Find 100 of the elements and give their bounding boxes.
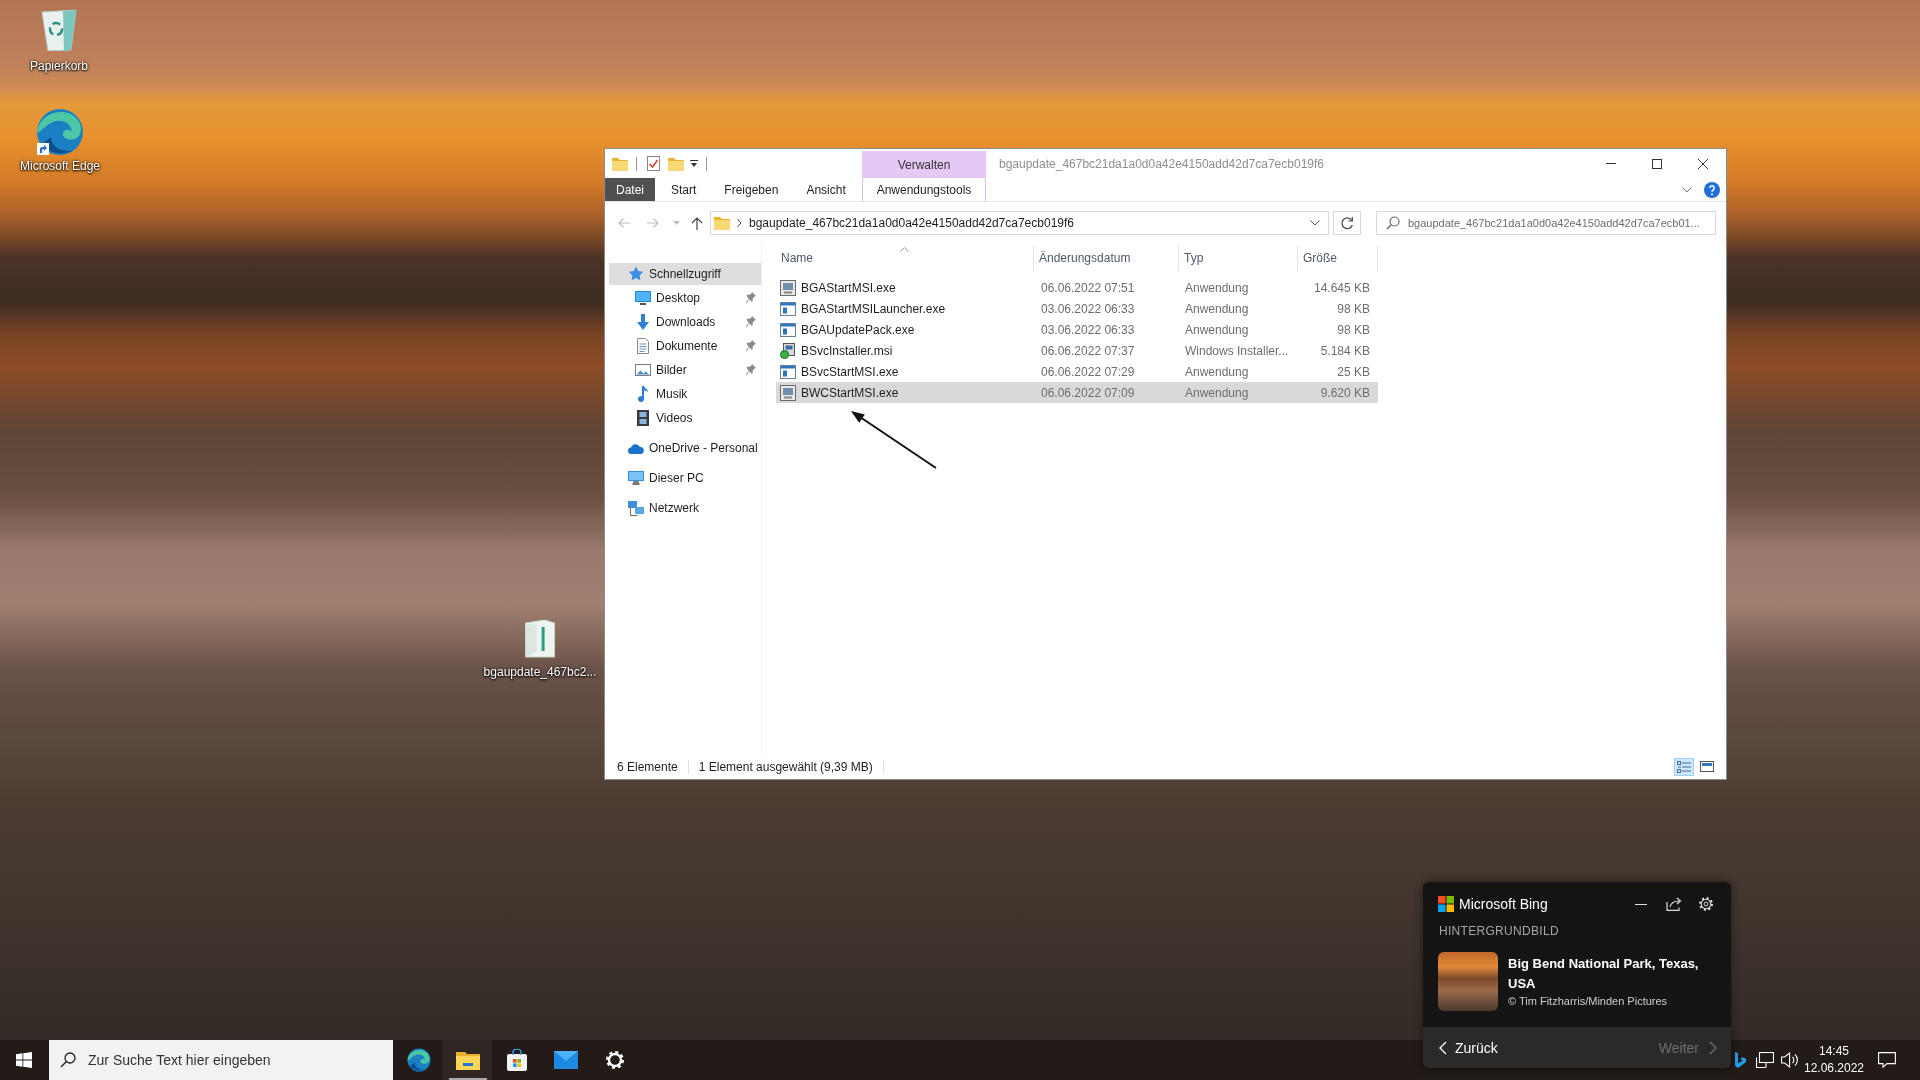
popup-brand: Microsoft Bing bbox=[1459, 896, 1548, 912]
program-window-icon bbox=[780, 364, 796, 379]
star-icon bbox=[628, 266, 644, 282]
music-note-icon bbox=[638, 386, 648, 402]
file-name: BGAStartMSI.exe bbox=[801, 280, 896, 295]
program-window-icon bbox=[780, 301, 796, 316]
file-type: Anwendung bbox=[1185, 385, 1249, 400]
chevron-left-icon bbox=[1439, 1040, 1447, 1055]
nav-item[interactable]: Desktop bbox=[609, 287, 761, 309]
modified-date: 06.06.2022 07:29 bbox=[1041, 364, 1135, 379]
modified-date: 06.06.2022 07:51 bbox=[1041, 280, 1135, 295]
nav-item[interactable]: Bilder bbox=[609, 359, 761, 381]
nav-item[interactable]: Downloads bbox=[609, 311, 761, 333]
photo-credit: © Tim Fitzharris/Minden Pictures bbox=[1508, 994, 1669, 1009]
ribbon-tab[interactable]: Start bbox=[659, 178, 709, 201]
checklist-icon[interactable] bbox=[647, 156, 660, 171]
minimize-icon bbox=[1606, 163, 1616, 164]
share-icon[interactable] bbox=[1666, 897, 1682, 911]
refresh-icon bbox=[1340, 215, 1354, 230]
file-row[interactable]: BGAUpdatePack.exe 03.06.2022 06:33 Anwendung 98 KB bbox=[776, 319, 1378, 340]
clock-date[interactable]: 12.06.2022 bbox=[1803, 1060, 1865, 1077]
column-header[interactable]: Änderungsdatum bbox=[1034, 245, 1179, 271]
taskbar-app-button[interactable] bbox=[443, 1040, 492, 1080]
chevron-right-icon[interactable] bbox=[737, 218, 742, 227]
network-icon[interactable] bbox=[1755, 1052, 1774, 1068]
bing-logo-icon[interactable] bbox=[1734, 1052, 1746, 1068]
ribbon-tab[interactable]: Datei bbox=[605, 178, 655, 201]
refresh-button[interactable] bbox=[1333, 210, 1361, 235]
windows-logo-icon bbox=[16, 1052, 32, 1068]
search-field[interactable]: Zur Suche Text hier eingeben bbox=[49, 1040, 393, 1080]
nav-item[interactable]: Dieser PC bbox=[609, 467, 761, 489]
chevron-right-icon bbox=[1709, 1040, 1717, 1055]
file-row[interactable]: BGAStartMSI.exe 06.06.2022 07:51 Anwendung 14.645 KB bbox=[776, 277, 1378, 298]
setup-program-icon bbox=[780, 279, 796, 296]
network-icon bbox=[628, 500, 644, 516]
folder-icon bbox=[714, 215, 730, 230]
picture-icon bbox=[635, 364, 651, 376]
maximize-icon bbox=[1652, 158, 1662, 169]
folder-icon bbox=[455, 1050, 480, 1070]
file-name: BSvcInstaller.msi bbox=[801, 343, 893, 358]
file-size: 98 KB bbox=[1337, 301, 1370, 316]
ribbon-tab[interactable]: Freigeben bbox=[712, 178, 791, 201]
program-window-icon bbox=[780, 322, 796, 337]
file-size: 9.620 KB bbox=[1320, 385, 1370, 400]
nav-item[interactable]: Videos bbox=[609, 407, 761, 429]
search-icon bbox=[60, 1052, 76, 1068]
back-button[interactable]: Zurück bbox=[1439, 1039, 1498, 1056]
picture-frame-icon bbox=[1700, 761, 1714, 772]
minimize-icon[interactable] bbox=[1635, 903, 1647, 905]
ribbon-tab[interactable]: Ansicht bbox=[794, 178, 858, 201]
nav-item[interactable]: OneDrive - Personal bbox=[609, 437, 761, 459]
modified-date: 03.06.2022 06:33 bbox=[1041, 301, 1135, 316]
window-title: bgaupdate_467bc21da1a0d0a42e4150add42d7ca7ecb019f6 bbox=[999, 156, 1324, 171]
browser-icon bbox=[406, 1048, 431, 1072]
column-header[interactable]: Name bbox=[776, 245, 1034, 271]
film-strip-icon bbox=[637, 410, 649, 426]
search-field[interactable]: bgaupdate_467bc21da1a0d0a42e4150add42d7ca7ecb01... bbox=[1376, 210, 1716, 235]
clock-time[interactable]: 14:45 bbox=[1819, 1043, 1849, 1060]
archive-folder-icon bbox=[524, 619, 556, 658]
nav-item[interactable]: Dokumente bbox=[609, 335, 761, 357]
notification-icon[interactable] bbox=[1878, 1052, 1896, 1068]
file-type: Windows Installer... bbox=[1185, 343, 1289, 358]
desktop-shortcut[interactable]: bgaupdate_467bc2... bbox=[483, 619, 597, 680]
file-name: BGAUpdatePack.exe bbox=[801, 322, 915, 337]
item-count: 6 Elemente bbox=[617, 759, 678, 774]
section-heading: HINTERGRUNDBILD bbox=[1438, 923, 1560, 939]
nav-item[interactable]: Netzwerk bbox=[609, 497, 761, 519]
up-arrow-icon[interactable] bbox=[691, 215, 703, 230]
nav-item[interactable]: Musik bbox=[609, 383, 761, 405]
volume-icon[interactable] bbox=[1780, 1052, 1798, 1068]
view-button[interactable] bbox=[1674, 757, 1694, 776]
file-type: Anwendung bbox=[1185, 301, 1249, 316]
file-type: Anwendung bbox=[1185, 322, 1249, 337]
download-icon bbox=[637, 314, 649, 330]
column-header[interactable]: Typ bbox=[1179, 245, 1298, 271]
context-tab-header: Verwalten bbox=[862, 151, 986, 178]
settings-icon bbox=[604, 1050, 625, 1070]
settings-icon[interactable] bbox=[1698, 896, 1714, 912]
file-row[interactable]: BGAStartMSILauncher.exe 03.06.2022 06:33 Anwendung 98 KB bbox=[776, 298, 1378, 319]
nav-item[interactable]: Schnellzugriff bbox=[609, 263, 761, 285]
column-header[interactable]: Größe bbox=[1298, 245, 1378, 271]
file-name: BWCStartMSI.exe bbox=[801, 385, 899, 400]
file-size: 5.184 KB bbox=[1320, 343, 1370, 358]
file-size: 14.645 KB bbox=[1313, 280, 1370, 295]
dropdown-caret-icon[interactable] bbox=[1310, 219, 1320, 226]
modified-date: 06.06.2022 07:09 bbox=[1041, 385, 1135, 400]
document-icon bbox=[637, 338, 649, 354]
file-row[interactable]: BSvcInstaller.msi 06.06.2022 07:37 Windows Installer... 5.184 KB bbox=[776, 340, 1378, 361]
details-list-icon bbox=[1677, 760, 1691, 773]
address-bar[interactable]: bgaupdate_467bc21da1a0d0a42e4150add42d7ca7ecb019f6 bbox=[710, 210, 1329, 235]
ribbon-tab[interactable]: Anwendungstools bbox=[862, 178, 986, 201]
modified-date: 03.06.2022 06:33 bbox=[1041, 322, 1135, 337]
browser-shortcut-icon bbox=[36, 108, 84, 156]
file-row[interactable]: BWCStartMSI.exe 06.06.2022 07:09 Anwendung 9.620 KB bbox=[776, 382, 1378, 403]
caret-icon[interactable] bbox=[690, 159, 698, 168]
installer-package-icon bbox=[780, 342, 796, 359]
selection-info: 1 Element ausgewählt (9,39 MB) bbox=[698, 759, 873, 774]
chevron-down-icon[interactable] bbox=[1682, 186, 1692, 193]
help-icon[interactable] bbox=[1704, 181, 1720, 198]
file-row[interactable]: BSvcStartMSI.exe 06.06.2022 07:29 Anwendung 25 KB bbox=[776, 361, 1378, 382]
